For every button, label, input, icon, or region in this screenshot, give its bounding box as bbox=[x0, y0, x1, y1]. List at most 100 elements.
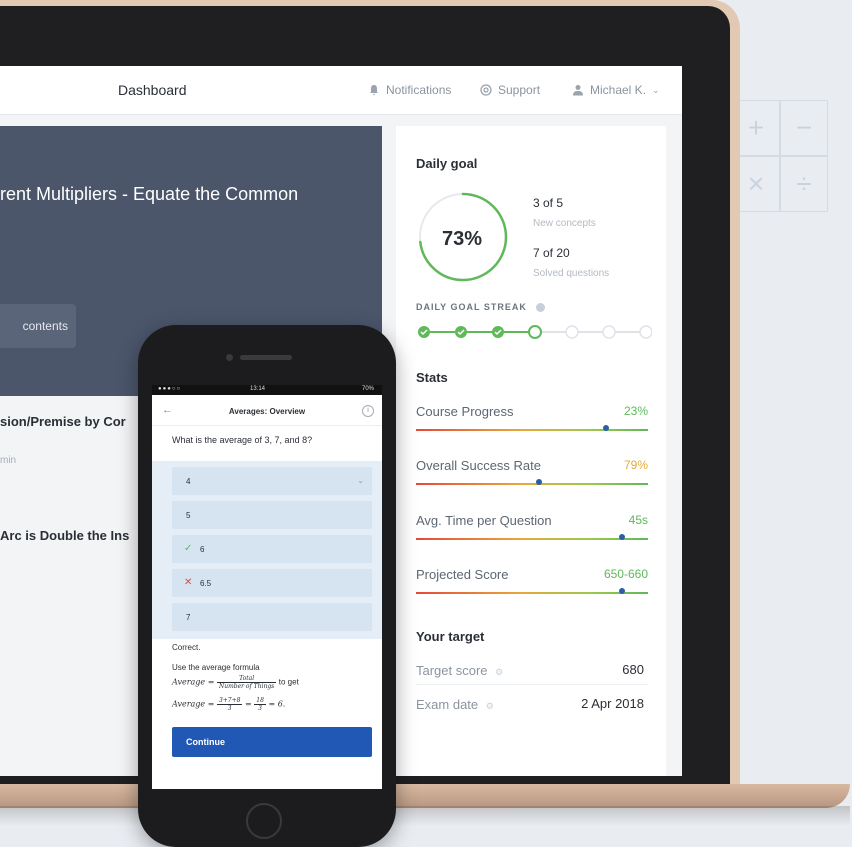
phone-screen: ●●●○○ 13:14 70% ← Averages: Overview i W… bbox=[152, 385, 382, 789]
fraction-numerator: 18 bbox=[254, 697, 266, 705]
nav-title: Averages: Overview bbox=[228, 407, 306, 416]
help-icon[interactable] bbox=[536, 303, 546, 313]
formula-prefix: Average = bbox=[172, 677, 215, 687]
chevron-down-icon: ⌄ bbox=[357, 476, 364, 485]
user-name: Michael K. bbox=[590, 83, 647, 97]
answer-option[interactable]: ✕ 6.5 bbox=[172, 569, 372, 597]
notifications-link[interactable]: Notifications bbox=[368, 83, 451, 97]
feedback-title: Correct. bbox=[172, 643, 201, 652]
questions-count: 7 of 20 bbox=[533, 246, 570, 260]
answer-option[interactable]: 7 bbox=[172, 603, 372, 631]
stat-label: Avg. Time per Question bbox=[416, 513, 552, 528]
option-text: 6 bbox=[200, 545, 205, 554]
bell-icon bbox=[368, 84, 380, 96]
support-label: Support bbox=[498, 83, 541, 97]
user-menu[interactable]: Michael K. ⌄ bbox=[572, 83, 660, 97]
question: What is the average of 3, 7, and 8? bbox=[152, 427, 382, 461]
phone-camera bbox=[226, 354, 233, 361]
user-icon bbox=[572, 84, 584, 96]
formula-fraction: 3+7+8 3 bbox=[216, 697, 243, 712]
laptop-shadow bbox=[0, 806, 850, 826]
stat-label: Course Progress bbox=[416, 404, 514, 419]
stat-value: 650-660 bbox=[603, 567, 648, 581]
streak-day-current bbox=[528, 325, 542, 339]
option-text: 6.5 bbox=[200, 579, 212, 588]
lifebuoy-icon bbox=[480, 84, 492, 96]
option-text: 5 bbox=[186, 511, 191, 520]
support-link[interactable]: Support bbox=[480, 83, 540, 97]
lesson-subtitle: min bbox=[0, 455, 17, 466]
stat-value: 79% bbox=[623, 458, 648, 472]
answer-option[interactable]: ✓ 6 bbox=[172, 535, 372, 563]
answer-option[interactable]: 5 bbox=[172, 501, 372, 529]
nav-bar: ← Averages: Overview i bbox=[152, 397, 382, 426]
notifications-label: Notifications bbox=[386, 83, 452, 97]
status-time: 13:14 bbox=[250, 386, 266, 392]
battery-level: 70% bbox=[361, 386, 374, 392]
answer-feedback: Correct. Use the average formula Average… bbox=[172, 643, 372, 723]
phone-speaker bbox=[240, 355, 292, 360]
target-score-value[interactable]: 680 bbox=[622, 662, 644, 677]
concepts-label: New concepts bbox=[533, 218, 596, 229]
lesson-title[interactable]: Arc is Double the Ins bbox=[0, 528, 129, 543]
streak-tracker bbox=[418, 325, 652, 339]
home-button[interactable] bbox=[246, 803, 282, 839]
stat-label: Overall Success Rate bbox=[416, 458, 541, 473]
chevron-down-icon: ⌄ bbox=[652, 84, 660, 95]
target-score-label: Target score ⚙ bbox=[416, 663, 503, 678]
divide-symbol: ÷ bbox=[780, 156, 828, 212]
concepts-count: 3 of 5 bbox=[533, 196, 564, 210]
formula-fraction: 18 3 bbox=[254, 697, 266, 712]
exam-date-label: Exam date ⚙ bbox=[416, 697, 494, 712]
continue-button[interactable]: Continue bbox=[172, 727, 372, 757]
fraction-denominator: Number of Things bbox=[218, 683, 275, 690]
option-text: 4 bbox=[186, 477, 191, 486]
status-bar: ●●●○○ 13:14 70% bbox=[152, 385, 382, 395]
questions-label: Solved questions bbox=[533, 268, 610, 279]
target-heading: Your target bbox=[416, 629, 485, 644]
option-text: 7 bbox=[186, 613, 191, 622]
lesson-title[interactable]: sion/Premise by Cor bbox=[0, 414, 126, 429]
app-header: Dashboard Notifications Support Michael … bbox=[0, 66, 682, 115]
streak-label-text: DAILY GOAL STREAK bbox=[416, 302, 527, 312]
stats-heading: Stats bbox=[416, 370, 448, 385]
fraction-numerator: Total bbox=[216, 675, 277, 683]
formula-equals: = bbox=[245, 699, 252, 709]
formula-line-1: Average = Total Number of Things to get bbox=[172, 675, 299, 690]
fraction-denominator: 3 bbox=[227, 705, 232, 712]
stat-marker bbox=[535, 479, 542, 485]
formula-prefix: Average = bbox=[172, 699, 215, 709]
divider bbox=[416, 684, 648, 685]
fraction-numerator: 3+7+8 bbox=[216, 697, 243, 705]
target-score-label-text: Target score bbox=[416, 663, 488, 678]
background-math-grid: + − × ÷ bbox=[732, 100, 832, 220]
streak-day-empty bbox=[602, 325, 616, 339]
signal-icon: ●●●○○ bbox=[158, 386, 182, 392]
stat-value: 23% bbox=[623, 404, 648, 418]
stat-gradient-bar bbox=[416, 429, 648, 431]
formula-suffix: to get bbox=[278, 677, 299, 687]
daily-goal-heading: Daily goal bbox=[416, 156, 478, 171]
laptop-base bbox=[0, 784, 850, 808]
question-text: What is the average of 3, 7, and 8? bbox=[172, 435, 313, 445]
cross-icon: ✕ bbox=[184, 577, 193, 588]
answer-options: 4 ⌄ 5 ✓ 6 ✕ 6.5 7 bbox=[152, 461, 382, 639]
hero-title: rent Multipliers - Equate the Common bbox=[0, 184, 299, 204]
stat-gradient-bar bbox=[416, 592, 648, 594]
info-icon[interactable]: i bbox=[362, 405, 374, 417]
formula-line-2: Average = 3+7+8 3 = 18 3 = 6. bbox=[172, 697, 285, 712]
stat-label: Projected Score bbox=[416, 567, 509, 582]
exam-date-value[interactable]: 2 Apr 2018 bbox=[581, 696, 644, 711]
stat-gradient-bar bbox=[416, 538, 648, 540]
formula-fraction: Total Number of Things bbox=[216, 675, 277, 690]
formula-result: = 6. bbox=[268, 699, 286, 709]
answer-option[interactable]: 4 ⌄ bbox=[172, 467, 372, 495]
minus-symbol: − bbox=[780, 100, 828, 156]
streak-label: DAILY GOAL STREAK bbox=[416, 302, 546, 313]
settings-icon[interactable]: ⚙ bbox=[495, 667, 503, 677]
contents-button[interactable]: contents bbox=[0, 304, 76, 348]
check-icon: ✓ bbox=[184, 543, 193, 554]
settings-icon[interactable]: ⚙ bbox=[486, 701, 494, 711]
feedback-text: Use the average formula bbox=[172, 663, 260, 672]
exam-date-label-text: Exam date bbox=[416, 697, 479, 712]
